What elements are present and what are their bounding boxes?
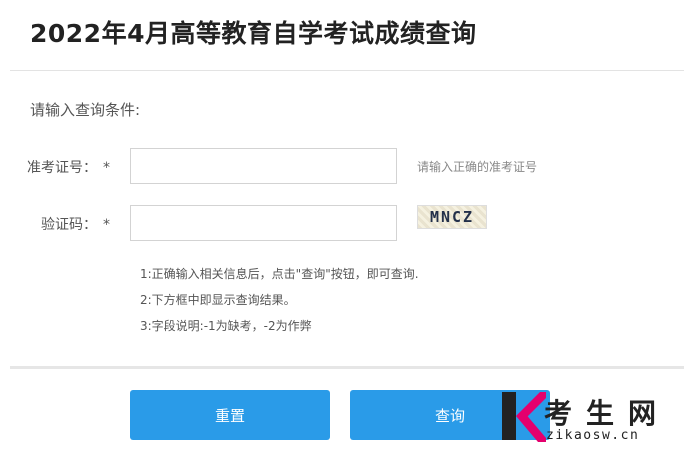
required-mark: * [103, 160, 110, 176]
exam-id-input[interactable] [130, 148, 397, 184]
exam-id-label: 准考证号： * [0, 157, 110, 177]
reset-button[interactable]: 重置 [130, 390, 330, 440]
captcha-image-text: MNCZ [429, 208, 475, 226]
instruction-item: 3:字段说明:-1为缺考，-2为作弊 [140, 319, 312, 333]
logo-k-icon [502, 392, 546, 442]
instruction-item: 2:下方框中即显示查询结果。 [140, 293, 296, 307]
exam-id-label-text: 准考证号： [27, 160, 97, 176]
watermark-url: zikaosw.cn [546, 428, 640, 443]
footer-divider [10, 366, 684, 369]
query-prompt: 请输入查询条件: [30, 101, 141, 119]
captcha-image[interactable]: MNCZ [417, 205, 487, 229]
watermark-name: 考生网 [544, 397, 671, 430]
required-mark: * [103, 217, 110, 233]
header-divider [10, 70, 684, 71]
captcha-label: 验证码： * [0, 214, 110, 234]
instructions-list: 1:正确输入相关信息后，点击"查询"按钮，即可查询. 2:下方框中即显示查询结果… [140, 265, 419, 343]
instruction-item: 1:正确输入相关信息后，点击"查询"按钮，即可查询. [140, 267, 419, 281]
captcha-input[interactable] [130, 205, 397, 241]
captcha-label-text: 验证码： [41, 217, 97, 233]
exam-id-hint: 请输入正确的准考证号 [417, 160, 538, 174]
page-title: 2022年4月高等教育自学考试成绩查询 [30, 19, 477, 48]
watermark-logo: 考生网 zikaosw.cn [498, 390, 684, 450]
